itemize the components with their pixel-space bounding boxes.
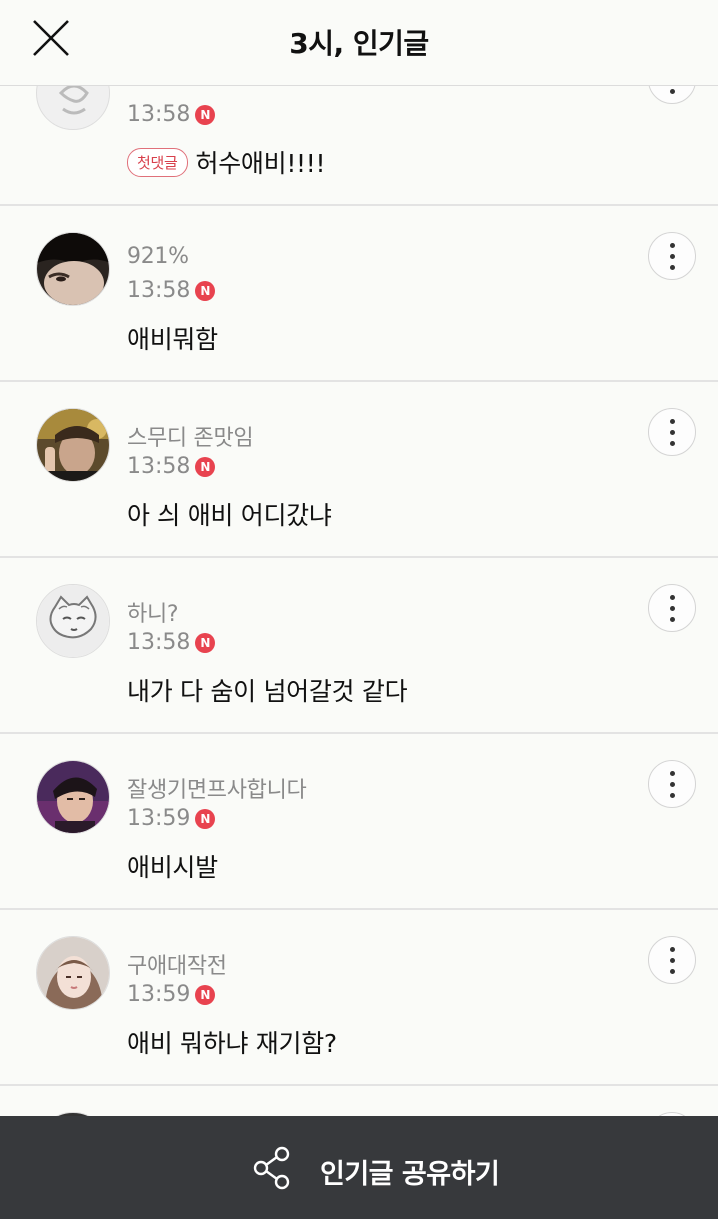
more-options-button[interactable] bbox=[648, 408, 696, 456]
new-badge: N bbox=[195, 104, 216, 125]
comment-meta: 13:58 N bbox=[127, 630, 216, 655]
comment-time: 13:58 bbox=[127, 630, 191, 655]
new-badge: N bbox=[195, 456, 216, 477]
more-options-button[interactable] bbox=[648, 584, 696, 632]
new-badge: N bbox=[195, 984, 216, 1005]
share-popular-post-button[interactable]: 인기글 공유하기 bbox=[0, 1116, 718, 1219]
more-vertical-icon bbox=[670, 243, 675, 248]
more-vertical-icon-dot bbox=[670, 265, 675, 270]
top-header: 3시, 인기글 bbox=[0, 0, 718, 86]
more-vertical-icon bbox=[670, 947, 675, 952]
comment-time: 13:59 bbox=[127, 806, 191, 831]
comment-text: 애비뭐함 bbox=[127, 325, 218, 354]
username[interactable]: 스무디 존맛임 bbox=[127, 420, 254, 452]
comment-time: 13:58 bbox=[127, 278, 191, 303]
comment-text: 애비 뭐하냐 재기함? bbox=[127, 1029, 337, 1058]
comment-body: 애비 뭐하냐 재기함? bbox=[127, 1024, 337, 1060]
comment-item: 하니? 13:58 N 내가 다 숨이 넘어갈것 같다 bbox=[0, 558, 718, 734]
more-vertical-icon-dot bbox=[670, 958, 675, 963]
avatar[interactable] bbox=[36, 232, 110, 306]
comment-body: 애비시발 bbox=[127, 848, 218, 884]
comment-text: 아 싀 애비 어디갔냐 bbox=[127, 501, 332, 530]
more-vertical-icon bbox=[670, 419, 675, 424]
comment-time: 13:59 bbox=[127, 982, 191, 1007]
more-vertical-icon bbox=[670, 771, 675, 776]
avatar[interactable] bbox=[36, 760, 110, 834]
more-vertical-icon bbox=[670, 595, 675, 600]
comment-meta: 13:59 N bbox=[127, 806, 216, 831]
username[interactable]: 잘생기면프사합니다 bbox=[127, 772, 307, 804]
new-badge: N bbox=[195, 808, 216, 829]
comment-meta: 13:58 N bbox=[127, 278, 216, 303]
avatar[interactable] bbox=[36, 936, 110, 1010]
new-badge: N bbox=[195, 280, 216, 301]
more-vertical-icon-dot bbox=[670, 430, 675, 435]
first-comment-tag: 첫댓글 bbox=[127, 147, 188, 177]
username[interactable]: 구애대작전 bbox=[127, 948, 227, 980]
more-options-button[interactable] bbox=[648, 936, 696, 984]
comment-meta: 13:58 N bbox=[127, 102, 216, 127]
comment-item: 구애대작전 13:59 N 애비 뭐하냐 재기함? bbox=[0, 910, 718, 1086]
comment-item: 921% 13:58 N 애비뭐함 bbox=[0, 206, 718, 382]
comment-body: 첫댓글 허수애비!!!! bbox=[127, 144, 326, 180]
comment-body: 내가 다 숨이 넘어갈것 같다 bbox=[127, 672, 408, 708]
more-vertical-icon-dot bbox=[670, 606, 675, 611]
share-label: 인기글 공유하기 bbox=[320, 1159, 500, 1190]
username[interactable]: 921% bbox=[127, 244, 189, 269]
more-vertical-icon-dot bbox=[670, 782, 675, 787]
share-icon bbox=[253, 1146, 290, 1190]
more-options-button[interactable] bbox=[648, 232, 696, 280]
more-vertical-icon-dot bbox=[670, 793, 675, 798]
more-vertical-icon-dot bbox=[670, 617, 675, 622]
more-vertical-icon-dot bbox=[670, 969, 675, 974]
comment-text: 내가 다 숨이 넘어갈것 같다 bbox=[127, 677, 408, 706]
comment-time: 13:58 bbox=[127, 102, 191, 127]
comment-item: 스무디 존맛임 13:58 N 아 싀 애비 어디갔냐 bbox=[0, 382, 718, 558]
comment-text: 애비시발 bbox=[127, 853, 218, 882]
comment-meta: 13:58 N bbox=[127, 454, 216, 479]
comment-time: 13:58 bbox=[127, 454, 191, 479]
more-vertical-icon-dot bbox=[670, 441, 675, 446]
avatar[interactable] bbox=[36, 408, 110, 482]
comment-item: 잘생기면프사합니다 13:59 N 애비시발 bbox=[0, 734, 718, 910]
page-title: 3시, 인기글 bbox=[289, 27, 429, 60]
comment-text: 허수애비!!!! bbox=[195, 149, 326, 178]
comment-meta: 13:59 N bbox=[127, 982, 216, 1007]
comment-body: 아 싀 애비 어디갔냐 bbox=[127, 496, 332, 532]
more-vertical-icon-dot bbox=[670, 254, 675, 259]
new-badge: N bbox=[195, 632, 216, 653]
more-vertical-icon-dot bbox=[670, 89, 675, 94]
more-options-button[interactable] bbox=[648, 760, 696, 808]
username[interactable]: 하니? bbox=[127, 596, 179, 628]
avatar[interactable] bbox=[36, 584, 110, 658]
comment-body: 애비뭐함 bbox=[127, 320, 218, 356]
